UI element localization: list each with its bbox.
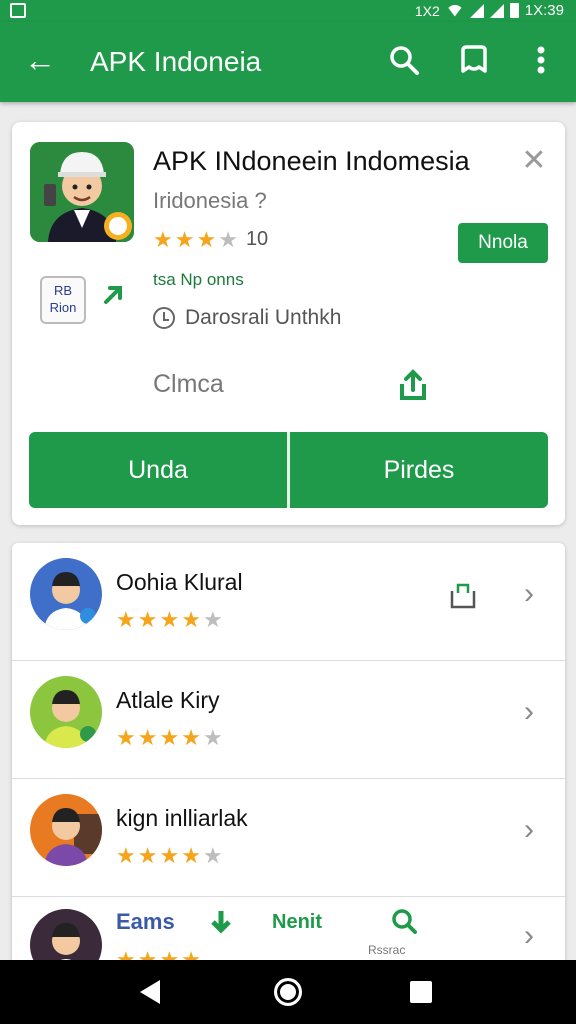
avatar — [30, 794, 102, 866]
signal-icon — [469, 3, 484, 18]
nav-recents-icon[interactable] — [410, 981, 432, 1003]
list-item-name: Atlale Kiry — [116, 687, 220, 713]
related-list: Oohia Klural ★ ★ ★ ★ ★ › Atlale Kiry ★ ★ ★ ★ ★ ›… — [12, 543, 565, 973]
status-bar: 1X2 1X:39 — [0, 0, 576, 22]
footer-label-green[interactable]: Nenit — [272, 911, 322, 934]
back-arrow-icon[interactable]: ← — [22, 42, 58, 78]
tagline: tsa Np onns — [153, 270, 244, 289]
star-icon: ★ — [137, 607, 158, 632]
photo-notification-icon — [10, 3, 26, 18]
list-item[interactable]: kign inlliarlak ★ ★ ★ ★ ★ › — [12, 779, 565, 897]
badge-text: RB Rion — [49, 283, 77, 315]
list-item-rating: ★ ★ ★ ★ ★ — [116, 609, 223, 631]
star-icon: ★ — [116, 843, 136, 868]
footer-small-text: Rssrac — [368, 943, 406, 957]
action-buttons: Unda Pirdes — [29, 432, 548, 508]
list-item-rating: ★ ★ ★ ★ ★ — [116, 845, 223, 867]
chevron-right-icon[interactable]: › — [524, 919, 534, 953]
app-detail-card: APK INdoneein Indomesia ✕ Iridonesia ? ★… — [12, 122, 565, 525]
more-vert-icon[interactable] — [521, 40, 561, 80]
footer-label-blue[interactable]: Eams — [116, 909, 175, 935]
star-icon: ★ — [181, 843, 201, 868]
info-line: Darosrali Unthkh — [153, 306, 341, 330]
primary-action-button[interactable]: Unda — [29, 432, 287, 508]
battery-icon — [509, 3, 519, 18]
star-empty-icon: ★ — [202, 843, 223, 868]
wifi-icon — [445, 4, 464, 17]
list-item-name: Oohia Klural — [116, 569, 243, 595]
secondary-action-button[interactable]: Pirdes — [290, 432, 548, 508]
share-icon[interactable] — [396, 368, 430, 402]
list-item[interactable]: Atlale Kiry ★ ★ ★ ★ ★ › — [12, 661, 565, 779]
star-icon: ★ — [174, 226, 195, 252]
star-icon: ★ — [159, 725, 180, 750]
status-left-label: 1X2 — [414, 2, 440, 19]
list-item-rating: ★ ★ ★ ★ ★ — [116, 727, 223, 749]
star-half-icon: ★ — [218, 226, 238, 252]
clock-icon — [153, 307, 175, 329]
badge-logo: RB Rion — [40, 276, 86, 324]
avatar — [30, 676, 102, 748]
star-icon: ★ — [159, 843, 180, 868]
search-icon[interactable] — [390, 907, 418, 940]
star-empty-icon: ★ — [202, 607, 223, 632]
app-rating: ★ ★ ★ ★ 10 — [153, 228, 268, 251]
avatar — [30, 558, 102, 630]
system-nav-bar — [0, 960, 576, 1024]
app-bar: ← APK Indoneia — [0, 22, 576, 102]
star-icon: ★ — [137, 725, 158, 750]
star-icon: ★ — [181, 725, 201, 750]
nav-home-icon[interactable] — [274, 978, 302, 1006]
close-icon[interactable]: ✕ — [517, 144, 551, 178]
star-icon: ★ — [116, 725, 136, 750]
developer-name[interactable]: Iridonesia ? — [153, 188, 267, 214]
bookmark-icon[interactable] — [454, 40, 494, 80]
info-text: Darosrali Unthkh — [185, 306, 342, 329]
status-icons: 1X2 1X:39 — [415, 2, 564, 19]
signal-icon-2 — [489, 3, 504, 18]
bag-icon[interactable] — [448, 579, 478, 609]
star-icon: ★ — [181, 607, 201, 632]
star-icon: ★ — [116, 607, 136, 632]
chevron-right-icon[interactable]: › — [524, 813, 534, 847]
star-icon: ★ — [196, 226, 217, 252]
rating-value: 10 — [245, 228, 269, 250]
list-item[interactable]: Oohia Klural ★ ★ ★ ★ ★ › — [12, 543, 565, 661]
green-arrow-icon — [100, 280, 128, 308]
app-icon[interactable] — [30, 142, 134, 242]
star-icon: ★ — [137, 843, 158, 868]
search-icon[interactable] — [384, 40, 424, 80]
status-time: 1X:39 — [524, 2, 564, 19]
app-name: APK INdoneein Indomesia — [153, 146, 470, 176]
chevron-right-icon[interactable]: › — [524, 695, 534, 729]
page-title: APK Indoneia — [90, 46, 262, 77]
star-icon: ★ — [159, 607, 180, 632]
chevron-right-icon[interactable]: › — [524, 577, 534, 611]
star-empty-icon: ★ — [202, 725, 223, 750]
nav-back-icon[interactable] — [140, 980, 160, 1004]
list-item-name: kign inlliarlak — [116, 805, 248, 831]
download-arrow-icon[interactable] — [208, 909, 234, 940]
category-label: Clmca — [153, 370, 224, 398]
star-icon: ★ — [153, 226, 173, 252]
install-button[interactable]: Nnola — [458, 223, 548, 263]
